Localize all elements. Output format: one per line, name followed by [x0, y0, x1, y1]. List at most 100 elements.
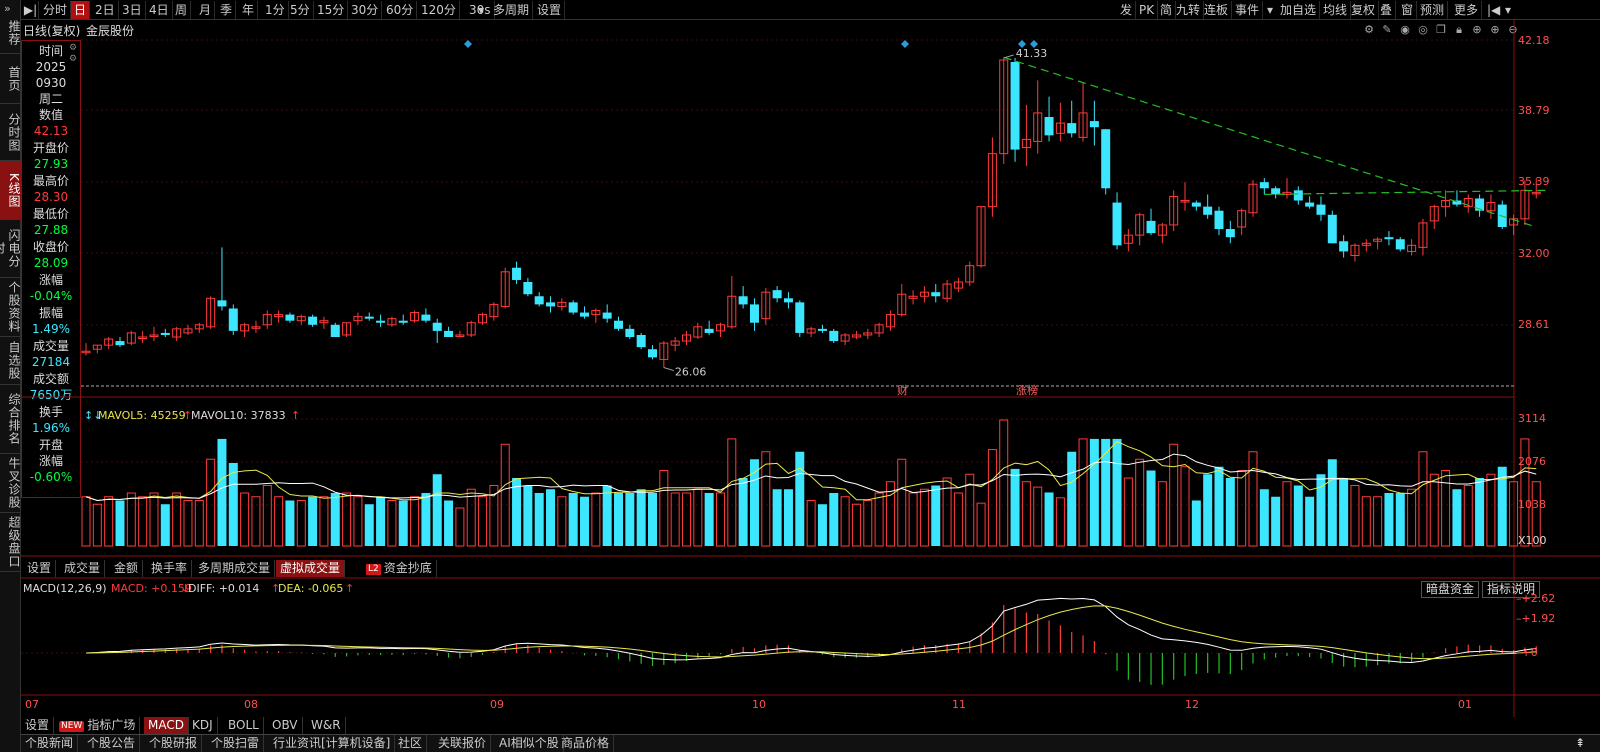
- left-nav-item[interactable]: 综合排名: [0, 385, 21, 454]
- volume-bar: [512, 477, 522, 546]
- toolbar-right-button[interactable]: 连板: [1201, 1, 1233, 19]
- period-tab[interactable]: 月: [196, 1, 216, 19]
- zoom-in-icon[interactable]: ⊕: [1488, 23, 1502, 37]
- event-dropdown-icon[interactable]: ▾: [1266, 1, 1274, 19]
- period-tab[interactable]: 2日: [92, 1, 119, 19]
- footer-tab[interactable]: 关联报价: [434, 735, 492, 752]
- dark-fund-button[interactable]: 暗盘资金: [1421, 581, 1480, 598]
- gear-icon[interactable]: ⚙: [1362, 23, 1376, 37]
- period-tab[interactable]: 30分: [348, 1, 383, 19]
- toolbar-right-button[interactable]: PK: [1136, 1, 1159, 19]
- scroll-top-icon[interactable]: ⇞: [1575, 736, 1585, 750]
- left-nav-item[interactable]: 推荐: [0, 12, 21, 54]
- volume-bar: [851, 503, 861, 547]
- info-label: 成交额: [32, 372, 69, 386]
- candle-body: [398, 320, 408, 323]
- bottom-tab[interactable]: KDJ: [188, 717, 218, 734]
- lock-icon[interactable]: 🔒︎: [1452, 23, 1466, 37]
- eye-dot-icon[interactable]: ◎: [1416, 23, 1430, 37]
- footer-tab[interactable]: 个股新闻: [21, 735, 79, 752]
- volume-bar: [1327, 459, 1337, 546]
- info-label: 成交量: [32, 339, 69, 353]
- period-tab[interactable]: 多周期: [490, 1, 534, 19]
- footer-tab[interactable]: 个股公告: [83, 735, 141, 752]
- kline-chart[interactable]: 41.33 26.06 财 涨榜: [0, 0, 1600, 752]
- info-value: 28.09: [33, 256, 69, 270]
- footer-tab[interactable]: 行业资讯[计算机设备]: [269, 735, 396, 752]
- indicator-tab[interactable]: 换手率: [147, 560, 193, 577]
- collapse-right-icon[interactable]: |◀: [1484, 1, 1503, 19]
- toolbar-right-button[interactable]: 事件: [1232, 1, 1264, 19]
- period-tab[interactable]: 年: [239, 1, 259, 19]
- indicator-tab[interactable]: L2 资金抄底: [362, 560, 437, 577]
- volume-bar: [308, 496, 318, 546]
- chart-mode-label[interactable]: 日线(复权): [23, 22, 80, 39]
- new-badge: NEW: [59, 721, 85, 732]
- eye-icon[interactable]: ◉: [1398, 23, 1412, 37]
- footer-tab[interactable]: AI相似个股: [495, 735, 564, 752]
- toolbar-right-button[interactable]: 窗: [1398, 1, 1418, 19]
- toolbar-right-button[interactable]: 加自选: [1277, 1, 1321, 19]
- period-tab[interactable]: 周: [172, 1, 192, 19]
- toolbar-right-button[interactable]: 发: [1117, 1, 1137, 19]
- candle-body: [126, 332, 136, 344]
- candle-body: [1146, 220, 1156, 234]
- bottom-tab[interactable]: OBV: [268, 717, 303, 734]
- indicator-tab[interactable]: 成交量: [60, 560, 106, 577]
- period-tab[interactable]: 设置: [534, 1, 566, 19]
- footer-tab[interactable]: 商品价格: [557, 735, 615, 752]
- toolbar-right-button[interactable]: 复权: [1348, 1, 1380, 19]
- candle-body: [296, 316, 306, 322]
- pen-icon[interactable]: ✎: [1380, 23, 1394, 37]
- left-nav-item[interactable]: 个股资料: [0, 278, 21, 337]
- period-tab[interactable]: 4日: [146, 1, 173, 19]
- period-tab[interactable]: 3日: [119, 1, 146, 19]
- bottom-tab[interactable]: BOLL: [224, 717, 264, 734]
- indicator-tab[interactable]: 虚拟成交量: [276, 560, 346, 577]
- toolbar-right-button[interactable]: 均线: [1320, 1, 1352, 19]
- candle-body: [817, 328, 827, 331]
- more-dropdown-icon[interactable]: ▾: [1502, 1, 1514, 19]
- expand-icon[interactable]: ⊕: [1470, 23, 1484, 37]
- left-nav-item[interactable]: 牛叉诊股: [0, 454, 21, 513]
- copy-icon[interactable]: ❐: [1434, 23, 1448, 37]
- macd-tick: –+2.62: [1516, 592, 1556, 605]
- toolbar-right-button[interactable]: 叠: [1377, 1, 1397, 19]
- footer-tab[interactable]: 社区: [394, 735, 428, 752]
- left-nav-item[interactable]: 闪电分时: [0, 220, 21, 278]
- left-nav-item[interactable]: 自选股: [0, 337, 21, 385]
- period-tab[interactable]: 60分: [383, 1, 418, 19]
- bottom-tab[interactable]: NEW 指标广场: [55, 717, 141, 734]
- play-icon[interactable]: ▶|: [23, 1, 39, 19]
- left-nav-item[interactable]: K线图: [0, 161, 21, 220]
- footer-tab[interactable]: 个股研报: [145, 735, 203, 752]
- period-tab[interactable]: 5分: [287, 1, 314, 19]
- left-nav-item[interactable]: 超级盘口: [0, 513, 21, 572]
- macd-tick: –+0: [1516, 646, 1538, 659]
- bottom-tab[interactable]: 设置: [21, 717, 55, 734]
- toolbar-right-button[interactable]: 预测: [1417, 1, 1449, 19]
- period-tab[interactable]: 分时: [40, 1, 72, 19]
- period-tab[interactable]: 1分: [262, 1, 289, 19]
- indicator-tab[interactable]: 金额: [110, 560, 144, 577]
- period-tab[interactable]: 日: [71, 1, 91, 19]
- volume-bar: [602, 485, 612, 546]
- left-nav-item[interactable]: 首页: [0, 54, 21, 104]
- indicator-tab[interactable]: 设置: [23, 560, 57, 577]
- period-tab[interactable]: 季: [217, 1, 237, 19]
- toolbar-right-button[interactable]: 更多: [1451, 1, 1483, 19]
- toolbar-right-button[interactable]: 九转: [1173, 1, 1205, 19]
- bottom-tab[interactable]: W&R: [307, 717, 346, 734]
- footer-tab[interactable]: 个股扫雷: [207, 735, 265, 752]
- volume-bar: [1316, 474, 1326, 546]
- candle-body: [1271, 188, 1281, 195]
- bottom-tab[interactable]: MACD: [144, 717, 189, 734]
- candle-body: [376, 320, 386, 323]
- left-nav-item[interactable]: 分时图: [0, 104, 21, 161]
- indicator-tab[interactable]: 多周期成交量: [194, 560, 276, 577]
- period-tab[interactable]: 15分: [314, 1, 349, 19]
- candle-body: [761, 291, 771, 320]
- period-dropdown-icon[interactable]: ▾: [478, 1, 484, 19]
- candle-body: [1033, 112, 1043, 142]
- period-tab[interactable]: 120分: [418, 1, 460, 19]
